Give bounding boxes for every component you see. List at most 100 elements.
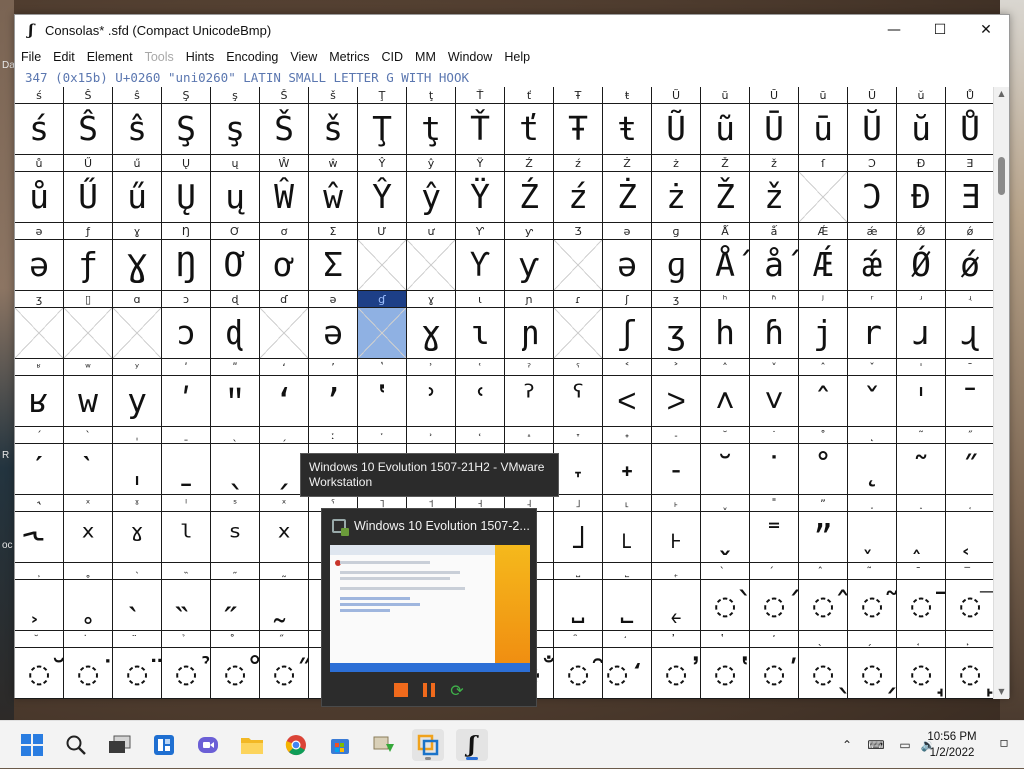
menu-view[interactable]: View: [284, 50, 323, 64]
glyph-cell[interactable]: ˜ ˜: [897, 427, 946, 495]
glyph-cell[interactable]: ̋ ◌̋: [260, 631, 309, 699]
glyph-cell[interactable]: ƳƳ: [456, 223, 505, 291]
taskbar-thumbnail-preview[interactable]: Windows 10 Evolution 1507-2... ⟳: [321, 508, 537, 707]
menu-help[interactable]: Help: [498, 50, 536, 64]
glyph-cell[interactable]: ˿ ˿: [652, 563, 701, 631]
glyph-cell[interactable]: ɗ: [260, 291, 309, 359]
glyph-cell[interactable]: źź: [554, 155, 603, 223]
glyph-cell[interactable]: ˉˉ: [946, 359, 995, 427]
network-icon[interactable]: ▭: [894, 738, 916, 752]
glyph-cell[interactable]: ˈˈ: [897, 359, 946, 427]
glyph-cell[interactable]: ŪŪ: [750, 87, 799, 155]
preview-screenshot[interactable]: [330, 545, 530, 672]
close-button[interactable]: ✕: [963, 15, 1009, 45]
glyph-cell[interactable]: ŝŝ: [113, 87, 162, 155]
glyph-cell[interactable]: ˠˠ: [113, 495, 162, 563]
glyph-cell[interactable]: ʒ: [15, 291, 64, 359]
scroll-thumb[interactable]: [998, 157, 1005, 195]
glyph-cell[interactable]: ˯ ˯: [848, 495, 897, 563]
glyph-cell[interactable]: ̅ ◌̅: [946, 563, 995, 631]
glyph-cell[interactable]: žž: [750, 155, 799, 223]
glyph-cell[interactable]: əə: [15, 223, 64, 291]
glyph-cell[interactable]: ʺʺ: [211, 359, 260, 427]
keyboard-icon[interactable]: ⌨: [864, 738, 888, 752]
glyph-cell[interactable]: ŞŞ: [162, 87, 211, 155]
glyph-cell[interactable]: ŶŶ: [358, 155, 407, 223]
glyph-cell[interactable]: ŷŷ: [407, 155, 456, 223]
system-clock[interactable]: 10:56 PM 1/2/2022: [922, 729, 982, 761]
glyph-cell[interactable]: ̀ ◌̀: [701, 563, 750, 631]
glyph-cell[interactable]: ˡˡ: [162, 495, 211, 563]
glyph-cell[interactable]: ʳr: [848, 291, 897, 359]
glyph-cell[interactable]: śś: [15, 87, 64, 155]
glyph-cell[interactable]: ƠƠ: [211, 223, 260, 291]
glyph-cell[interactable]: ʼʼ: [309, 359, 358, 427]
glyph-cell[interactable]: ʸy: [113, 359, 162, 427]
glyph-cell[interactable]: ư: [407, 223, 456, 291]
glyph-cell[interactable]: ŮŮ: [946, 87, 995, 155]
glyph-cell[interactable]: ˪ ˪: [603, 495, 652, 563]
glyph-cell[interactable]: ǼǼ: [799, 223, 848, 291]
glyph-cell[interactable]: ʒʒ: [652, 291, 701, 359]
glyph-cell[interactable]: ŬŬ: [848, 87, 897, 155]
glyph-cell[interactable]: ˲ ˲: [15, 563, 64, 631]
glyph-cell[interactable]: ̒ ◌̒: [603, 631, 652, 699]
glyph-cell[interactable]: ̄ ◌̄: [897, 563, 946, 631]
glyph-cell[interactable]: ˩ ˩: [554, 495, 603, 563]
desktop-icon-label[interactable]: Da: [2, 60, 15, 71]
glyph-cell[interactable]: ˅ ˅: [750, 359, 799, 427]
chrome-button[interactable]: [280, 729, 312, 761]
menu-element[interactable]: Element: [81, 50, 139, 64]
glyph-cell[interactable]: ʾʾ: [407, 359, 456, 427]
glyph-cell[interactable]: ́ ◌́: [750, 563, 799, 631]
glyph-cell[interactable]: ɑ: [113, 291, 162, 359]
glyph-cell[interactable]: ʽʽ: [358, 359, 407, 427]
glyph-cell[interactable]: ˛ ˛: [848, 427, 897, 495]
title-bar[interactable]: ʃ Consolas* .sfd (Compact UnicodeBmp) — …: [15, 15, 1009, 45]
glyph-cell[interactable]: ŧŧ: [603, 87, 652, 155]
glyph-cell[interactable]: ǻǻ: [750, 223, 799, 291]
menu-tools[interactable]: Tools: [139, 50, 180, 64]
glyph-cell[interactable]: ŊŊ: [162, 223, 211, 291]
glyph-cell[interactable]: ˝ ˝: [946, 427, 995, 495]
glyph-cell[interactable]: ʃʃ: [603, 291, 652, 359]
task-view-button[interactable]: [104, 729, 136, 761]
glyph-cell[interactable]: ŭŭ: [897, 87, 946, 155]
glyph-cell[interactable]: ˀˀ: [505, 359, 554, 427]
glyph-cell[interactable]: ˚ ˚: [799, 427, 848, 495]
glyph-cell[interactable]: əə: [603, 223, 652, 291]
glyph-cell[interactable]: ŠŠ: [260, 87, 309, 155]
glyph-cell[interactable]: ˽ ˽: [554, 563, 603, 631]
glyph-cell[interactable]: ̕ ◌̕: [750, 631, 799, 699]
glyph-cell[interactable]: ʶʁ: [15, 359, 64, 427]
glyph-cell[interactable]: ˖ ˖: [603, 427, 652, 495]
glyph-cell[interactable]: ˵ ˵: [162, 563, 211, 631]
glyph-cell[interactable]: ƎƎ: [946, 155, 995, 223]
glyph-cell[interactable]: ʷw: [64, 359, 113, 427]
glyph-cell[interactable]: ɾ: [554, 291, 603, 359]
glyph-cell[interactable]: ˱ ˱: [946, 495, 995, 563]
glyph-cell[interactable]: ̃ ◌̃: [848, 563, 897, 631]
glyph-cell[interactable]: ɲɲ: [505, 291, 554, 359]
store-button[interactable]: [324, 729, 356, 761]
glyph-cell[interactable]: ̉ ◌̉: [162, 631, 211, 699]
glyph-cell[interactable]: ŢŢ: [358, 87, 407, 155]
glyph-cell[interactable]: ɡɡ: [652, 223, 701, 291]
menu-hints[interactable]: Hints: [180, 50, 220, 64]
glyph-cell[interactable]: ŸŸ: [456, 155, 505, 223]
glyph-cell[interactable]: ſ: [799, 155, 848, 223]
glyph-cell[interactable]: ʹʹ: [162, 359, 211, 427]
glyph-cell[interactable]: ůů: [15, 155, 64, 223]
glyph-cell[interactable]: ̑ ◌̑: [554, 631, 603, 699]
glyph-cell[interactable]: ̘ ◌̘: [897, 631, 946, 699]
glyph-cell-selected[interactable]: ɠ: [358, 291, 407, 359]
glyph-cell[interactable]: ̓ ◌̓: [652, 631, 701, 699]
glyph-cell[interactable]: ˬˬ: [701, 495, 750, 563]
search-button[interactable]: [60, 729, 92, 761]
start-button[interactable]: [16, 729, 48, 761]
glyph-cell[interactable]: ɖɖ: [211, 291, 260, 359]
desktop-icon-label[interactable]: R: [2, 450, 9, 461]
glyph-cell[interactable]: ˎˎ: [211, 427, 260, 495]
glyph-cell[interactable]: ̖ ◌̖: [799, 631, 848, 699]
glyph-cell[interactable]: ˊˊ: [15, 427, 64, 495]
